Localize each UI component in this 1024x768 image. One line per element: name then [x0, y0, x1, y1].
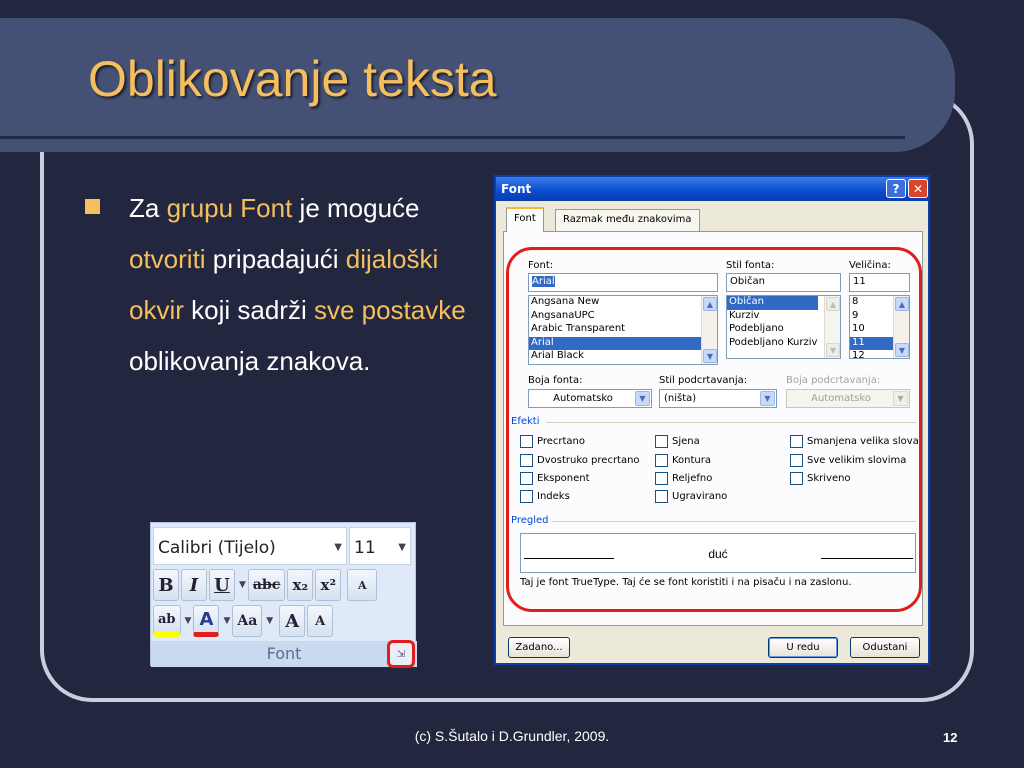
ribbon-row-2: ab ▼ A ▼ Aa ▼ A A: [153, 603, 335, 639]
italic-button[interactable]: I: [181, 569, 207, 601]
bold-button[interactable]: B: [153, 569, 179, 601]
slide-footer: (c) S.Šutalo i D.Grundler, 2009.: [414, 728, 610, 744]
chevron-down-icon[interactable]: ▼: [223, 616, 230, 626]
ribbon-font-group: Calibri (Tijelo) ▼ 11 ▼ B I U ▼ abc x₂ x…: [150, 522, 417, 668]
tab-font[interactable]: Font: [506, 207, 544, 232]
bullet-highlight: sve postavke: [313, 295, 466, 325]
tab-character-spacing[interactable]: Razmak među znakovima: [555, 209, 700, 231]
ribbon-font-size-combo[interactable]: 11 ▼: [349, 527, 411, 565]
bullet-text: Za grupu Font je moguće otvoriti pripada…: [129, 183, 474, 387]
ribbon-font-size: 11: [354, 538, 376, 558]
title-divider: [0, 136, 905, 139]
bullet-text-part: je moguće: [292, 193, 420, 223]
ribbon-font-name-combo[interactable]: Calibri (Tijelo) ▼: [153, 527, 347, 565]
grow-font-button[interactable]: A: [279, 605, 306, 637]
chevron-down-icon[interactable]: ▼: [239, 580, 246, 590]
red-highlight-outline: [506, 247, 922, 612]
underline-button[interactable]: U: [209, 569, 235, 601]
change-case-button[interactable]: Aa: [232, 605, 263, 637]
chevron-down-icon[interactable]: ▼: [266, 616, 273, 626]
bullet-highlight: grupu Font: [166, 193, 293, 223]
clear-formatting-button[interactable]: A: [347, 569, 378, 601]
close-button[interactable]: ✕: [908, 179, 928, 198]
ok-button[interactable]: U redu: [768, 637, 838, 658]
bullet-text-part: oblikovanja znakova.: [129, 346, 371, 376]
bullet-text-part: Za: [129, 193, 167, 223]
help-button[interactable]: ?: [886, 179, 906, 198]
slide-title: Oblikovanje teksta: [88, 51, 497, 107]
ribbon-row-1: B I U ▼ abc x₂ x² A: [153, 567, 379, 603]
cancel-button[interactable]: Odustani: [850, 637, 920, 658]
ribbon-group-label: Font: [151, 641, 417, 667]
superscript-button[interactable]: x²: [315, 569, 342, 601]
chevron-down-icon[interactable]: ▼: [185, 616, 192, 626]
subscript-button[interactable]: x₂: [287, 569, 314, 601]
strikethrough-button[interactable]: abc: [247, 569, 286, 601]
chevron-down-icon[interactable]: ▼: [334, 542, 342, 553]
launcher-arrow-icon: ⇲: [396, 648, 406, 660]
ribbon-font-name: Calibri (Tijelo): [158, 538, 276, 558]
shrink-font-button[interactable]: A: [307, 605, 334, 637]
default-button[interactable]: Zadano...: [508, 637, 570, 658]
bullet-text-part: pripadajući: [205, 244, 346, 274]
chevron-down-icon[interactable]: ▼: [398, 542, 406, 553]
dialog-title: Font: [496, 177, 928, 201]
bullet-square-icon: [85, 199, 100, 214]
page-number: 12: [943, 730, 958, 745]
dialog-launcher-button[interactable]: ⇲: [387, 640, 415, 668]
font-dialog: Font ? ✕ Font Razmak među znakovima Font…: [494, 175, 930, 665]
bullet-text-part: koji sadrži: [183, 295, 314, 325]
font-color-button[interactable]: A: [193, 605, 220, 637]
bullet-highlight: otvoriti: [129, 244, 206, 274]
highlight-button[interactable]: ab: [153, 605, 181, 637]
